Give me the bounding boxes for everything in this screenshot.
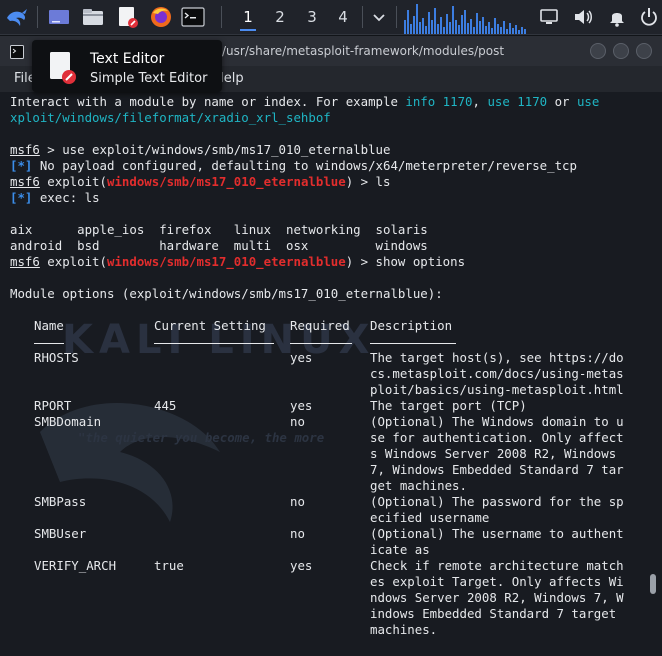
workspace-3[interactable]: 3 (299, 6, 325, 28)
option-required: no (290, 494, 305, 509)
exec-message: [*] exec: ls (10, 190, 100, 205)
option-description: ecified username (370, 510, 490, 525)
terminal-window-icon (10, 44, 24, 63)
notification-bell-icon[interactable] (604, 4, 630, 30)
payload-message: [*] No payload configured, defaulting to… (10, 158, 577, 173)
tooltip-title: Text Editor (90, 51, 165, 67)
option-name: SMBPass (34, 494, 87, 509)
text-editor-icon (48, 51, 78, 85)
option-description: The target port (TCP) (370, 398, 527, 413)
panel-separator (362, 6, 363, 28)
ls-output-row: aix apple_ios firefox linux networking s… (10, 222, 428, 237)
option-name: RPORT (34, 398, 72, 413)
option-required: yes (290, 350, 313, 365)
help-line: Interact with a module by name or index.… (10, 94, 600, 109)
maximize-button[interactable] (613, 43, 629, 59)
option-description: es exploit Target. Only affects Wi (370, 574, 624, 589)
option-required: no (290, 526, 305, 541)
option-description: (Optional) The Windows domain to u (370, 414, 624, 429)
text-editor-icon[interactable] (114, 4, 140, 30)
header-current-setting: Current Setting (154, 318, 266, 333)
header-underline (290, 343, 352, 344)
launcher-tooltip: Text Editor Simple Text Editor (32, 40, 222, 92)
option-description: get machines. (370, 478, 467, 493)
option-required: no (290, 414, 305, 429)
watermark-motto: "the quieter you become, the more (78, 430, 325, 445)
header-underline (154, 343, 274, 344)
workspace-2[interactable]: 2 (267, 6, 293, 28)
panel-separator (221, 6, 222, 28)
option-required: yes (290, 558, 313, 573)
option-description: (Optional) The password for the sp (370, 494, 624, 509)
panel-separator (37, 6, 38, 28)
option-name: RHOSTS (34, 350, 79, 365)
scrollbar-thumb[interactable] (650, 574, 656, 594)
cpu-graph (404, 4, 526, 34)
option-description: indows Embedded Standard 7 target (370, 606, 617, 621)
display-icon[interactable] (536, 4, 562, 30)
option-required: yes (290, 398, 313, 413)
option-description: ploit/basics/using-metasploit.html (370, 382, 624, 397)
command-ls: msf6 exploit(windows/smb/ms17_010_eterna… (10, 174, 391, 189)
top-panel: 1 2 3 4 (0, 0, 662, 35)
command-use: msf6 > use exploit/windows/smb/ms17_010_… (10, 142, 391, 157)
show-desktop-icon[interactable] (46, 4, 72, 30)
option-description: se for authentication. Only affect (370, 430, 624, 445)
option-name: VERIFY_ARCH (34, 558, 117, 573)
ls-output-row: android bsd hardware multi osx windows (10, 238, 428, 253)
workspace-4[interactable]: 4 (330, 6, 356, 28)
option-description: cs.metasploit.com/docs/using-metas (370, 366, 624, 381)
panel-separator (396, 6, 397, 28)
module-options-heading: Module options (exploit/windows/smb/ms17… (10, 286, 443, 301)
header-underline (34, 343, 64, 344)
minimize-button[interactable] (590, 43, 606, 59)
terminal-icon[interactable] (180, 4, 206, 30)
header-underline (370, 343, 456, 344)
tooltip-subtitle: Simple Text Editor (90, 71, 208, 86)
option-description: 7, Windows Embedded Standard 7 tar (370, 462, 624, 477)
firefox-icon[interactable] (148, 4, 174, 30)
option-description: ndows Server 2008 R2, Windows 7, W (370, 590, 624, 605)
header-name: Name (34, 318, 64, 333)
option-setting: true (154, 558, 184, 573)
option-name: SMBDomain (34, 414, 102, 429)
close-button[interactable] (636, 43, 652, 59)
power-icon[interactable] (636, 4, 662, 30)
help-line-cont: xploit/windows/fileformat/xradio_xrl_seh… (10, 110, 331, 125)
option-description: machines. (370, 622, 438, 637)
command-show-options: msf6 exploit(windows/smb/ms17_010_eterna… (10, 254, 466, 269)
workspace-1[interactable]: 1 (235, 6, 261, 31)
option-description: s Windows Server 2008 R2, Windows (370, 446, 617, 461)
option-setting: 445 (154, 398, 177, 413)
option-description: (Optional) The username to authent (370, 526, 624, 541)
option-name: SMBUser (34, 526, 87, 541)
volume-icon[interactable] (570, 4, 596, 30)
file-manager-icon[interactable] (80, 4, 106, 30)
header-description: Description (370, 318, 453, 333)
option-description: icate as (370, 542, 430, 557)
chevron-down-icon[interactable] (366, 4, 392, 30)
option-description: The target host(s), see https://do (370, 350, 624, 365)
header-required: Required (290, 318, 350, 333)
kali-dragon-icon[interactable] (4, 4, 30, 30)
option-description: Check if remote architecture match (370, 558, 624, 573)
terminal-output[interactable]: KALI LINUX "the quieter you become, the … (0, 92, 662, 656)
